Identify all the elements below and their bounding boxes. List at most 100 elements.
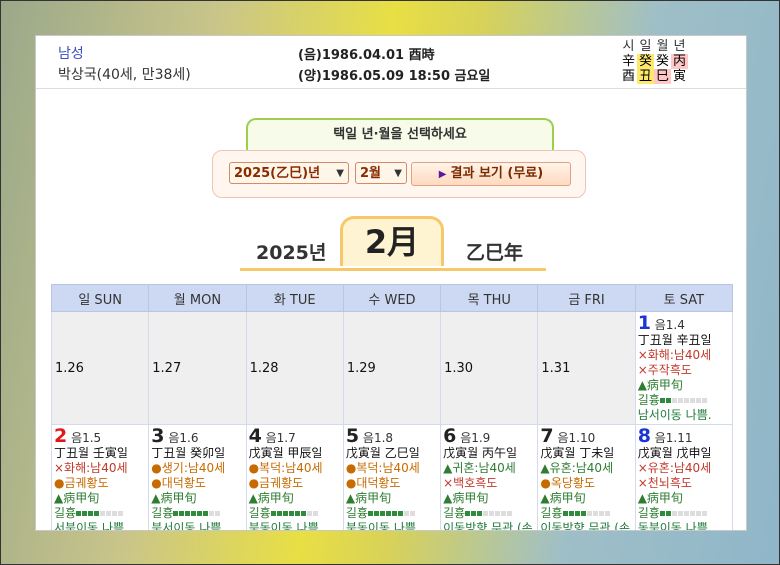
month-select[interactable]: 2월 ▼ [355, 162, 407, 184]
pillar-branch-month: 巳 [654, 69, 671, 84]
pillar-branch-hour: 酉 [621, 69, 635, 84]
luck-bar [586, 511, 592, 516]
selector-panel: 2025(乙巳)년 ▼ 2월 ▼ ▶ 결과 보기 (무료) [212, 150, 586, 198]
luck-label: 길흉 [54, 506, 77, 520]
fortune-line: ●옥당황도 [540, 476, 596, 490]
luck-bar [683, 511, 689, 516]
day-number: 1 [637, 312, 651, 334]
day-number: 6 [443, 425, 457, 447]
luck-bar [409, 511, 415, 516]
luck-bar [294, 511, 300, 516]
day-number: 4 [248, 425, 262, 447]
day-cell[interactable]: 1 음1.4 丁丑월 辛丑일 ×화해:남40세 ×주작흑도 ▲病甲旬 길흉 남서이동 나쁨. [634, 311, 734, 425]
luck-bar [288, 511, 294, 516]
luck-bar [665, 398, 671, 403]
luck-bar [203, 511, 209, 516]
chevron-down-icon: ▼ [394, 168, 402, 179]
ganzhi-label: 丁丑월 癸卯일 [151, 446, 226, 460]
ganzhi-label: 戊寅월 丙午일 [443, 446, 518, 460]
pillar-branch-year: 寅 [672, 69, 686, 84]
pillar-stem-month: 癸 [655, 54, 669, 69]
move-direction-note: 동북이동 나쁨. [637, 521, 712, 530]
luck-bar [306, 511, 312, 516]
fortune-line: ▲病甲旬 [443, 491, 489, 505]
luck-bar [397, 511, 403, 516]
four-pillars-table: 시 일 월 년 辛 癸 癸 丙 酉 丑 巳 寅 [620, 39, 688, 84]
day-heading: 7 음1.10 [540, 426, 632, 446]
fortune-line: ▲病甲旬 [345, 491, 392, 505]
fortune-line: ●대덕황도 [345, 476, 401, 490]
day-heading: 6 음1.9 [443, 426, 535, 446]
day-cell[interactable]: 6 음1.9 戊寅월 丙午일 ▲귀혼:남40세 ×백호흑도 ▲病甲旬 길흉 이동방향 무관 … [440, 424, 539, 530]
luck-bar [659, 398, 665, 403]
luck-bar [82, 511, 88, 516]
ganzhi-label: 戊寅월 甲辰일 [248, 446, 323, 460]
luck-bar [659, 511, 665, 516]
luck-meter: 길흉 [54, 506, 146, 521]
luck-bar [495, 511, 501, 516]
fortune-line: ▲病甲旬 [637, 378, 683, 392]
fortune-line: ▲病甲旬 [248, 491, 294, 505]
day-cell[interactable]: 2 음1.5 丁丑월 壬寅일 ×화해:남40세 ●금궤황도 ▲病甲旬 길흉 서북이동 나쁨.… [50, 424, 150, 530]
day-cell[interactable]: 3 음1.6 丁丑월 癸卯일 ●생기:남40세 ●대덕황도 ▲病甲旬 길흉 북서이동 나쁨.… [148, 424, 247, 530]
move-direction-note: 북서이동 나쁨. [151, 521, 226, 530]
luck-bar [367, 511, 373, 516]
lunar-date: 음1.9 [460, 431, 491, 445]
luck-bar [677, 511, 683, 516]
lunar-date: 음1.8 [362, 431, 394, 445]
fortune-line: ×화해:남40세 [54, 461, 128, 475]
move-direction-note: 이동방향 무관 (손 없는 날) [443, 521, 533, 530]
luck-bar [118, 511, 124, 516]
luck-bar [215, 511, 221, 516]
play-icon: ▶ [438, 169, 447, 180]
selector-title: 택일 년·월을 선택하세요 [246, 118, 554, 152]
day-cell[interactable]: 7 음1.10 戊寅월 丁未일 ▲유혼:남40세 ●옥당황도 ▲病甲旬 길흉 이동방향 무관… [537, 424, 636, 530]
luck-bar [185, 511, 191, 516]
view-result-label: 결과 보기 (무료) [450, 166, 544, 181]
fortune-line: ▲귀혼:남40세 [443, 461, 516, 475]
day-heading: 1 음1.4 [638, 313, 730, 333]
year-select[interactable]: 2025(乙巳)년 ▼ [229, 162, 349, 184]
luck-bar [677, 398, 683, 403]
luck-bar [689, 398, 695, 403]
ganji-year-label: 乙巳年 [466, 242, 524, 264]
luck-label: 길흉 [637, 393, 660, 407]
year-label: 2025년 [256, 242, 327, 264]
view-result-button[interactable]: ▶ 결과 보기 (무료) [411, 162, 571, 186]
day-cell[interactable]: 5 음1.8 戊寅월 乙巳일 ●복덕:남40세 ●대덕황도 ▲病甲旬 길흉 북동이동 나쁨. [342, 424, 442, 530]
lunar-date: 음1.11 [654, 431, 693, 445]
pillar-stem-hour: 辛 [621, 54, 635, 69]
day-cell[interactable]: 8 음1.11 戊寅월 戊申일 ×유혼:남40세 ×천뇌흑도 ▲病甲旬 길흉 동북이동 나쁨… [634, 424, 734, 530]
move-direction-note: 이동방향 무관 (손 없는 날) [540, 521, 630, 530]
move-direction-note: 남서이동 나쁨. [637, 408, 712, 422]
luck-bar [507, 511, 513, 516]
weekday-thu: 목 THU [440, 284, 539, 312]
fortune-line: ×주작흑도 [637, 363, 692, 377]
gender-label: 남성 [58, 46, 84, 62]
luck-bar [88, 511, 94, 516]
luck-bar [604, 511, 610, 516]
pillar-branch-day: 丑 [637, 69, 654, 84]
lunar-date: 음1.4 [654, 318, 685, 332]
day-number: 7 [540, 425, 554, 447]
fortune-line: ●생기:남40세 [151, 461, 226, 475]
fortune-line: ●대덕황도 [151, 476, 206, 490]
day-cell[interactable]: 4 음1.7 戊寅월 甲辰일 ●복덕:남40세 ●금궤황도 ▲病甲旬 길흉 북동이동 나쁨. [245, 424, 344, 530]
luck-bar [489, 511, 495, 516]
luck-meter: 길흉 [249, 506, 341, 521]
move-direction-note: 서북이동 나쁨. [54, 521, 128, 530]
luck-bar [665, 511, 671, 516]
luck-bar [574, 511, 580, 516]
weekday-wed: 수 WED [342, 284, 442, 312]
fortune-line: ▲유혼:남40세 [540, 461, 614, 475]
fortune-line: ▲病甲旬 [151, 491, 197, 505]
luck-bar [695, 398, 701, 403]
fortune-line: ●복덕:남40세 [248, 461, 323, 475]
luck-bar [385, 511, 391, 516]
day-number: 5 [345, 425, 360, 447]
luck-meter: 길흉 [346, 506, 438, 521]
prev-month-day: 1.28 [245, 311, 344, 425]
day-heading: 3 음1.6 [151, 426, 243, 446]
luck-bar [562, 511, 568, 516]
luck-bar [477, 511, 483, 516]
